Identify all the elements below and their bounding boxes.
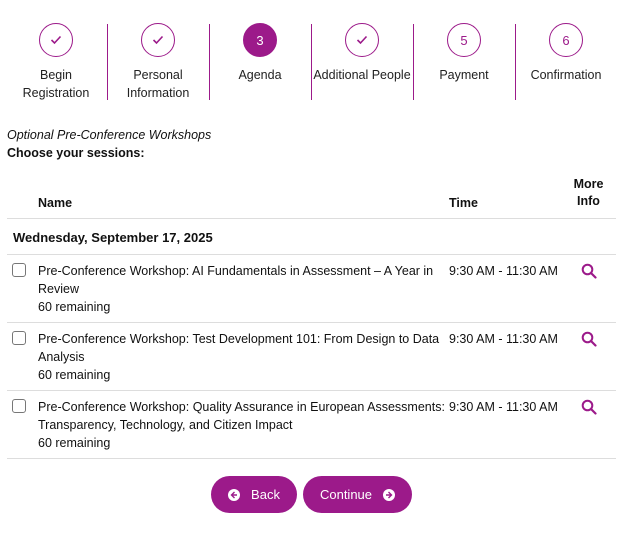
- select-cell: [7, 254, 38, 323]
- table-header-row: Name Time More Info: [7, 176, 616, 219]
- back-label: Back: [251, 487, 280, 502]
- arrow-left-icon: [228, 488, 241, 501]
- more-info-cell: [561, 322, 616, 391]
- session-name: Pre-Conference Workshop: Test Developmen…: [38, 332, 440, 364]
- step-label: Additional People: [313, 68, 411, 82]
- step-label: Personal Information: [126, 68, 190, 100]
- date-group-row: Wednesday, September 17, 2025: [7, 218, 616, 255]
- session-checkbox[interactable]: [12, 399, 26, 413]
- search-icon[interactable]: [581, 263, 597, 282]
- step-label: Agenda: [238, 68, 282, 82]
- session-checkbox[interactable]: [12, 263, 26, 277]
- table-row: Pre-Conference Workshop: Quality Assuran…: [7, 390, 616, 459]
- continue-label: Continue: [319, 487, 373, 502]
- back-button[interactable]: Back: [211, 476, 297, 513]
- session-name: Pre-Conference Workshop: AI Fundamentals…: [38, 264, 434, 296]
- session-name-cell: Pre-Conference Workshop: AI Fundamentals…: [38, 254, 449, 323]
- step-number: 5: [447, 23, 481, 57]
- session-time: 9:30 AM - 11:30 AM: [449, 322, 561, 391]
- registration-stepper: Begin Registration Personal Information …: [0, 0, 624, 110]
- select-cell: [7, 390, 38, 459]
- header-more-info-label: More Info: [573, 177, 604, 208]
- search-icon[interactable]: [581, 399, 597, 418]
- session-name: Pre-Conference Workshop: Quality Assuran…: [38, 400, 445, 432]
- session-intro: Optional Pre-Conference Workshops Choose…: [7, 128, 211, 160]
- table-row: Pre-Conference Workshop: Test Developmen…: [7, 322, 616, 391]
- check-icon: [141, 23, 175, 57]
- step-number: 3: [243, 23, 277, 57]
- more-info-cell: [561, 254, 616, 323]
- step-divider: [515, 24, 516, 100]
- step-label: Payment: [439, 68, 489, 82]
- step-label: Confirmation: [530, 68, 602, 82]
- date-group-label: Wednesday, September 17, 2025: [7, 218, 616, 255]
- table-row: Pre-Conference Workshop: AI Fundamentals…: [7, 254, 616, 323]
- session-name-cell: Pre-Conference Workshop: Quality Assuran…: [38, 390, 449, 459]
- sessions-table: Name Time More Info Wednesday, September…: [7, 176, 616, 459]
- step-divider: [209, 24, 210, 100]
- session-time: 9:30 AM - 11:30 AM: [449, 390, 561, 459]
- arrow-right-icon: [383, 488, 396, 501]
- continue-button[interactable]: Continue: [303, 476, 412, 513]
- section-subtitle: Optional Pre-Conference Workshops: [7, 128, 212, 142]
- navigation-buttons: Back Continue: [211, 476, 412, 513]
- check-icon: [345, 23, 379, 57]
- step-label: Begin Registration: [22, 68, 90, 100]
- session-checkbox[interactable]: [12, 331, 26, 345]
- more-info-cell: [561, 390, 616, 459]
- check-icon: [39, 23, 73, 57]
- header-name: Name: [38, 176, 449, 219]
- step-divider: [413, 24, 414, 100]
- step-divider: [311, 24, 312, 100]
- select-cell: [7, 322, 38, 391]
- header-select: [7, 176, 38, 219]
- search-icon[interactable]: [581, 331, 597, 350]
- session-remaining: 60 remaining: [38, 368, 111, 382]
- step-number: 6: [549, 23, 583, 57]
- session-remaining: 60 remaining: [38, 436, 111, 450]
- session-remaining: 60 remaining: [38, 300, 111, 314]
- header-time: Time: [449, 176, 561, 219]
- header-more-info: More Info: [561, 176, 616, 219]
- session-name-cell: Pre-Conference Workshop: Test Developmen…: [38, 322, 449, 391]
- section-prompt: Choose your sessions:: [7, 146, 145, 160]
- session-time: 9:30 AM - 11:30 AM: [449, 254, 561, 323]
